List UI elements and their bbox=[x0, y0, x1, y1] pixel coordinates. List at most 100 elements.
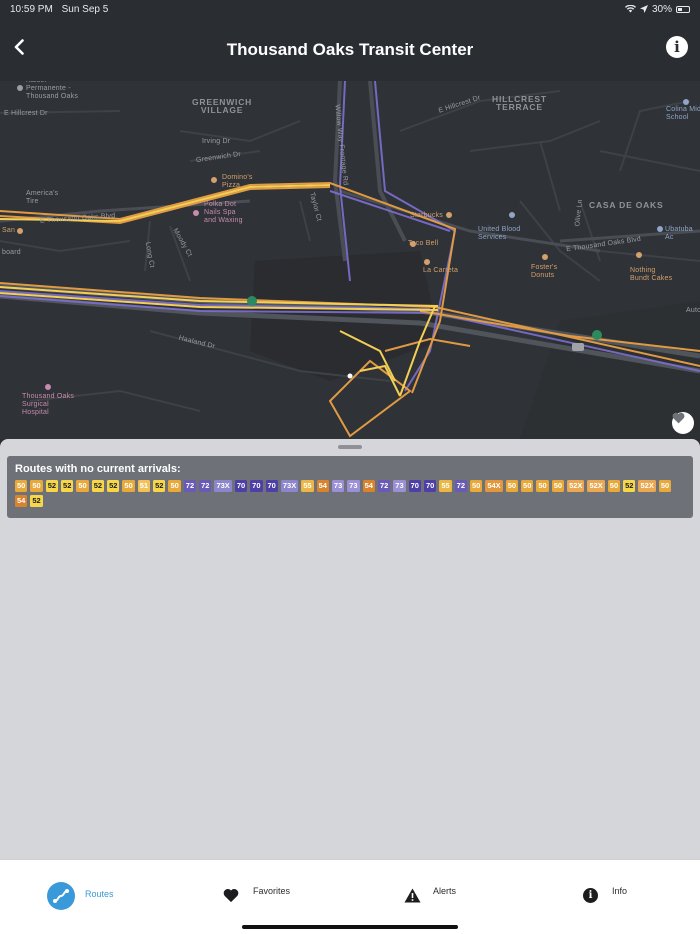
route-chip[interactable]: 50 bbox=[505, 480, 519, 492]
map-label-fosters: Foster's Donuts bbox=[531, 264, 558, 279]
info-icon: i bbox=[674, 38, 680, 56]
route-chip[interactable]: 70 bbox=[234, 480, 248, 492]
map-label-nothing-bundt: Nothing Bundt Cakes bbox=[630, 267, 673, 282]
route-chip[interactable]: 72 bbox=[183, 480, 197, 492]
map-label-surgical: Thousand Oaks Surgical Hospital bbox=[22, 393, 75, 416]
route-chip[interactable]: 52 bbox=[61, 480, 74, 492]
map-label-hillcrest-terrace: HILLCREST TERRACE bbox=[492, 94, 547, 112]
map-label-board: board bbox=[2, 249, 21, 256]
routes-card: Routes with no current arrivals: 50 50 52 5… bbox=[7, 456, 693, 518]
route-chip[interactable]: 50 bbox=[470, 480, 483, 492]
tab-bar: Routes Favorites Alerts i Info bbox=[0, 859, 700, 934]
tab-alerts-label: Alerts bbox=[433, 885, 457, 896]
map-label-polka: Polka Dot Nails Spa and Waxing bbox=[204, 201, 243, 224]
route-chip[interactable]: 73 bbox=[347, 480, 360, 492]
routes-icon bbox=[47, 882, 75, 910]
map-label-kaiser: Kaiser Permanente - Thousand Oaks bbox=[26, 81, 79, 100]
route-chip[interactable]: 50 bbox=[658, 480, 672, 492]
route-chip[interactable]: 50 bbox=[551, 480, 565, 492]
page-title: Thousand Oaks Transit Center bbox=[226, 39, 474, 59]
route-chip[interactable]: 70 bbox=[408, 480, 421, 492]
route-chip[interactable]: 50 bbox=[30, 480, 43, 492]
map-label-irving: Irving Dr bbox=[202, 138, 231, 145]
route-chip[interactable]: 70 bbox=[423, 480, 437, 492]
route-chip[interactable]: 54 bbox=[362, 480, 375, 492]
map-label-taco-bell: Taco Bell bbox=[408, 240, 439, 247]
map-label-ubatuba: Ubatuba Ac bbox=[665, 226, 693, 241]
status-left: 10:59 PM Sun Sep 5 bbox=[10, 4, 114, 15]
map-label-auto: Auto bbox=[686, 307, 700, 314]
route-chip[interactable]: 54 bbox=[316, 480, 329, 492]
route-chip-list: 50 50 52 52 50 52 52 50 51 52 50 72 72 73X 70 70 70 73X 55… bbox=[15, 480, 685, 507]
tab-favorites-label: Favorites bbox=[253, 885, 291, 896]
heart-icon bbox=[223, 889, 239, 903]
route-chip[interactable]: 52 bbox=[107, 480, 120, 492]
route-chip[interactable]: 52 bbox=[45, 480, 59, 492]
route-chip[interactable]: 70 bbox=[265, 480, 278, 492]
map-canvas bbox=[0, 81, 700, 439]
tab-info-label: Info bbox=[612, 885, 628, 896]
wifi-icon bbox=[624, 5, 636, 13]
route-chip[interactable]: 50 bbox=[122, 480, 135, 492]
map-label-colina: Colina Midd School bbox=[666, 106, 700, 121]
tab-alerts[interactable]: Alerts bbox=[404, 885, 457, 903]
route-chip[interactable]: 52X bbox=[638, 480, 656, 492]
map-label-e-hillcrest-left: E Hillcrest Dr bbox=[4, 110, 48, 117]
map-label-dominos: Domino's Pizza bbox=[222, 174, 253, 189]
map-label-greenwich: GREENWICH VILLAGE bbox=[192, 97, 253, 115]
nav-header: Thousand Oaks Transit Center i bbox=[0, 18, 700, 81]
route-chip[interactable]: 73 bbox=[393, 480, 406, 492]
battery-icon bbox=[676, 5, 690, 13]
route-chip[interactable]: 52 bbox=[30, 495, 43, 507]
home-indicator bbox=[242, 925, 458, 929]
route-chip[interactable]: 50 bbox=[168, 480, 181, 492]
route-chip[interactable]: 72 bbox=[377, 480, 391, 492]
route-chip[interactable]: 50 bbox=[607, 480, 621, 492]
route-chip[interactable]: 72 bbox=[199, 480, 212, 492]
route-chip[interactable]: 50 bbox=[536, 480, 549, 492]
route-chip[interactable]: 52X bbox=[587, 480, 605, 492]
route-chip[interactable]: 55 bbox=[301, 480, 314, 492]
route-chip[interactable]: 73X bbox=[280, 480, 299, 492]
route-chip[interactable]: 52 bbox=[623, 480, 636, 492]
route-chip[interactable]: 54X bbox=[485, 480, 503, 492]
route-chip[interactable]: 73X bbox=[214, 480, 232, 492]
route-chip[interactable]: 52 bbox=[153, 480, 166, 492]
route-chip[interactable]: 52 bbox=[91, 480, 105, 492]
route-chip[interactable]: 51 bbox=[137, 480, 151, 492]
info-button[interactable]: i bbox=[666, 36, 688, 58]
tab-routes[interactable]: Routes bbox=[47, 882, 114, 910]
sheet-grabber[interactable] bbox=[338, 445, 362, 449]
tab-routes-label: Routes bbox=[85, 889, 114, 899]
battery-percent: 30% bbox=[651, 3, 672, 15]
alert-triangle-icon bbox=[404, 888, 421, 903]
bottom-sheet: Routes with no current arrivals: 50 50 52 5… bbox=[0, 439, 700, 859]
location-arrow-icon bbox=[639, 5, 648, 13]
info-circle-icon: i bbox=[583, 888, 598, 903]
map-label-casa-de-oaks: CASA DE OAKS bbox=[589, 200, 664, 210]
map-label-united-blood: United Blood Services bbox=[478, 226, 521, 241]
route-chip[interactable]: 70 bbox=[250, 480, 263, 492]
route-chip[interactable]: 72 bbox=[454, 480, 467, 492]
routes-title: Routes with no current arrivals: bbox=[15, 463, 181, 475]
map-label-starbucks: Starbucks bbox=[410, 212, 443, 219]
map-label-la-carreta: La Carreta bbox=[423, 267, 459, 274]
favorite-button[interactable] bbox=[672, 412, 694, 434]
tab-info[interactable]: i Info bbox=[583, 885, 628, 903]
route-chip[interactable]: 50 bbox=[15, 480, 28, 492]
status-time: 10:59 PM bbox=[10, 3, 53, 15]
chevron-left-icon bbox=[14, 39, 24, 55]
back-button[interactable] bbox=[8, 34, 30, 60]
route-chip[interactable]: 54 bbox=[15, 495, 28, 507]
tab-favorites[interactable]: Favorites bbox=[223, 885, 291, 903]
route-chip[interactable]: 52X bbox=[567, 480, 585, 492]
status-right: 30% bbox=[624, 3, 690, 15]
route-chip[interactable]: 50 bbox=[76, 480, 89, 492]
route-chip[interactable]: 50 bbox=[521, 480, 534, 492]
map-view[interactable]: Kaiser Permanente - Thousand Oaks GREENW… bbox=[0, 81, 700, 439]
route-chip[interactable]: 55 bbox=[439, 480, 452, 492]
heart-icon bbox=[672, 412, 685, 424]
status-date: Sun Sep 5 bbox=[61, 3, 109, 15]
route-chip[interactable]: 73 bbox=[331, 480, 345, 492]
map-label-americas: America's Tire bbox=[26, 190, 59, 205]
